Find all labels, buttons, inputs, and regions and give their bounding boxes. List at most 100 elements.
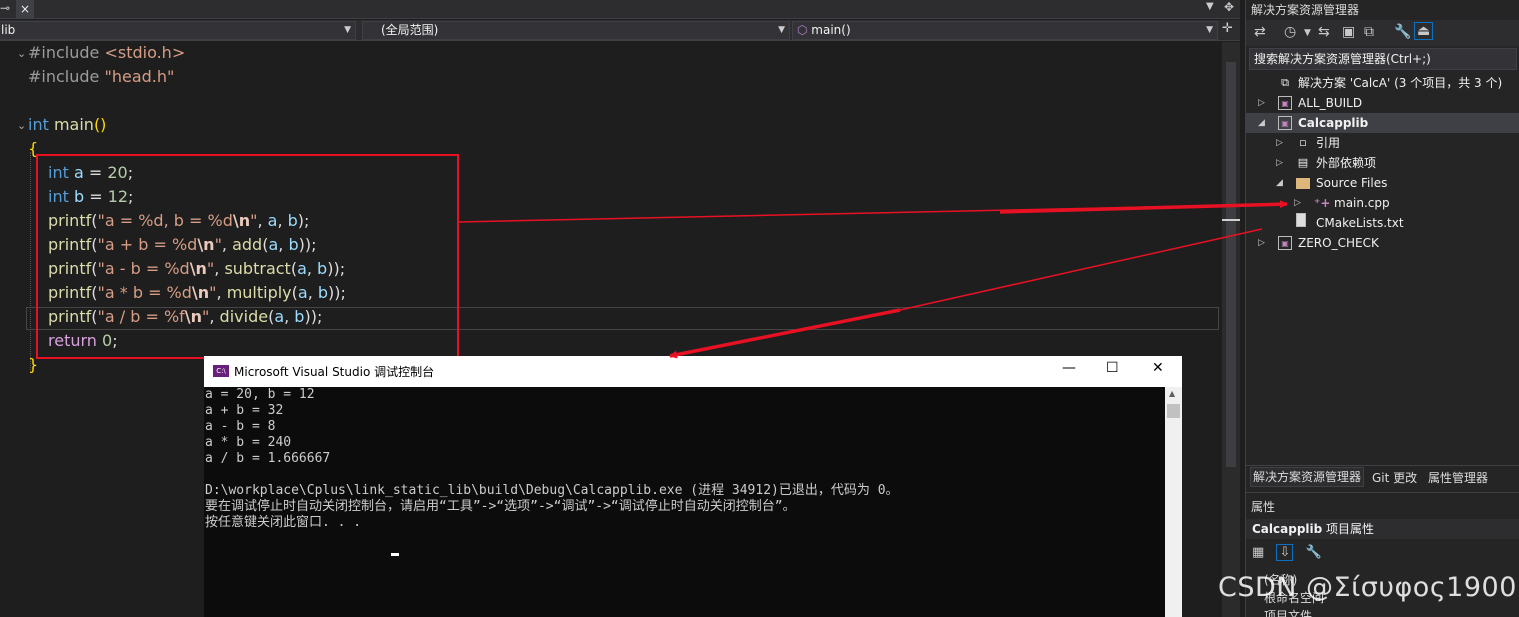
code-line[interactable]: #include <stdio.h> [28,41,185,65]
indent-guide [30,152,31,372]
tree-item-label: main.cpp [1334,196,1390,210]
tree-item-label: ALL_BUILD [1298,96,1363,110]
code-highlight-box [36,154,459,359]
tree-item[interactable]: ◢ ▣ Calcapplib [1246,113,1519,133]
code-line[interactable]: int main() [28,113,106,137]
collapsed-caret-icon[interactable]: ▷ [1258,93,1265,113]
code-token: () [93,115,107,134]
tab-git-changes[interactable]: Git 更改 [1372,469,1417,486]
tree-item[interactable]: ▷ ⁺+ main.cpp [1246,193,1519,213]
console-line: a * b = 240 [205,435,292,450]
code-token: #include [28,67,105,86]
console-scrollbar[interactable]: ▲ [1165,387,1182,617]
properties-subject-suffix: 项目属性 [1322,522,1375,536]
console-scrollbar-thumb[interactable] [1167,404,1180,418]
file-icon [1296,213,1306,227]
minimize-button[interactable]: — [1062,360,1076,376]
cube-icon: ⬡ [797,23,812,37]
chevron-down-icon[interactable]: ▼ [1304,28,1311,38]
tab-dropdown-icon[interactable]: ▼ [1206,1,1214,12]
tree-item[interactable]: ▷ ▫ 引用 [1246,133,1519,153]
chevron-down-icon: ▼ [344,25,351,35]
project-dropdown[interactable]: lib ▼ [0,21,356,40]
properties-subject[interactable]: Calcapplib 项目属性 [1246,519,1519,539]
panel-title: 解决方案资源管理器 [1251,3,1360,17]
ref-icon: ▫ [1299,136,1307,149]
scope-dropdown[interactable]: (全局范围) ▼ [362,21,790,40]
tree-item[interactable]: ◢ Source Files [1246,173,1519,193]
maximize-button[interactable]: ☐ [1106,360,1119,376]
editor-tab-bar: ⊸ × ▼ ✥ [0,0,1240,19]
console-title-bar[interactable]: C:\ Microsoft Visual Studio 调试控制台 — ☐ ✕ [204,356,1182,387]
sync-icon[interactable]: ⇆ [1318,24,1330,40]
scroll-up-icon[interactable]: ▲ [1169,389,1175,398]
properties-toolbar: ▦ ⇩ 🔧 [1252,544,1330,561]
expanded-caret-icon[interactable]: ◢ [1276,173,1283,193]
tree-item-label: 外部依赖项 [1316,156,1377,170]
tree-item[interactable]: ▷ ▣ ZERO_CHECK [1246,233,1519,253]
tab-solution-explorer[interactable]: 解决方案资源管理器 [1250,467,1365,487]
console-cursor [391,553,399,556]
property-row-project-file[interactable]: 项目文件 [1264,607,1312,617]
solution-toolbar: ⇄ ◷ ▼ ⇆ ▣ ⧉ 🔧 ⏏ [1246,20,1519,46]
member-dropdown-value: main() [811,23,851,37]
scrollbar-marker [1222,219,1240,221]
editor-scrollbar[interactable] [1222,42,1240,617]
tree-item-label: 引用 [1316,136,1341,150]
fold-toggle-icon[interactable]: ⌄ [17,47,26,60]
expanded-caret-icon[interactable]: ◢ [1258,113,1265,133]
console-line: 按任意键关闭此窗口. . . [205,515,362,530]
wrench-icon[interactable]: 🔧 [1394,24,1411,40]
tree-item[interactable]: ▷ ▣ ALL_BUILD [1246,93,1519,113]
collapsed-caret-icon[interactable]: ▷ [1294,193,1301,213]
tab-property-manager[interactable]: 属性管理器 [1428,469,1488,486]
split-editor-icon[interactable]: ✛ [1222,21,1233,36]
collapse-all-icon[interactable]: ▣ [1342,24,1355,40]
tab-close-button[interactable]: × [16,0,34,18]
categorized-icon[interactable]: ▦ [1252,545,1264,560]
solution-search-input[interactable]: 搜索解决方案资源管理器(Ctrl+;) [1249,48,1517,70]
fold-toggle-icon[interactable]: ⌄ [17,119,26,132]
collapsed-caret-icon[interactable]: ▷ [1258,233,1265,253]
preview-icon[interactable]: ⏏ [1414,22,1434,40]
project-dropdown-value: lib [1,23,16,37]
console-line: a - b = 8 [205,419,276,434]
console-output[interactable]: a = 20, b = 12 a + b = 32 a - b = 8a * b =… [204,387,1165,617]
code-token: main [53,115,94,134]
properties-title: 属性 [1251,500,1276,514]
project-icon: ▣ [1278,116,1292,130]
watermark: CSDN @Σίσυφος1900 [1218,572,1517,603]
pin-icon[interactable]: ⊸ [0,1,10,15]
scope-dropdown-value: (全局范围) [381,23,439,37]
alphabetical-icon[interactable]: ⇩ [1276,544,1294,561]
close-button[interactable]: ✕ [1152,360,1164,376]
scrollbar-thumb[interactable] [1226,62,1236,467]
chevron-down-icon: ▼ [1206,25,1213,35]
collapsed-caret-icon[interactable]: ▷ [1276,153,1283,173]
show-all-files-icon[interactable]: ⧉ [1364,24,1374,40]
collapsed-caret-icon[interactable]: ▷ [1276,133,1283,153]
console-line: a / b = 1.666667 [205,451,331,466]
property-pages-icon[interactable]: 🔧 [1305,545,1321,560]
tree-item-label: ZERO_CHECK [1298,236,1379,250]
tree-item-label: CMakeLists.txt [1316,216,1404,230]
tree-item[interactable]: CMakeLists.txt [1246,213,1519,233]
history-icon[interactable]: ◷ [1284,24,1296,40]
switch-views-icon[interactable]: ⇄ [1254,24,1266,40]
solution-icon: ⧉ [1281,76,1289,89]
chevron-down-icon: ▼ [778,25,785,35]
navigation-bar: lib ▼ (全局范围) ▼ ⬡ main() ▼ ✛ [0,20,1240,41]
tab-settings-icon[interactable]: ✥ [1224,0,1234,14]
console-line: a + b = 32 [205,403,284,418]
tree-item[interactable]: ▷ ▤ 外部依赖项 [1246,153,1519,173]
debug-console-window[interactable]: C:\ Microsoft Visual Studio 调试控制台 — ☐ ✕ … [204,356,1182,617]
properties-subject-name: Calcapplib [1252,522,1323,536]
code-line[interactable]: #include "head.h" [28,65,174,89]
console-title: Microsoft Visual Studio 调试控制台 [234,365,435,379]
code-token: "head.h" [104,67,175,86]
tree-item-label: 解决方案 'CalcA' (3 个项目，共 3 个) [1298,76,1503,90]
project-icon: ▣ [1278,96,1292,110]
tree-item[interactable]: ⧉ 解决方案 'CalcA' (3 个项目，共 3 个) [1246,73,1519,93]
member-dropdown[interactable]: ⬡ main() ▼ [792,21,1218,40]
code-token: <stdio.h> [104,43,186,62]
